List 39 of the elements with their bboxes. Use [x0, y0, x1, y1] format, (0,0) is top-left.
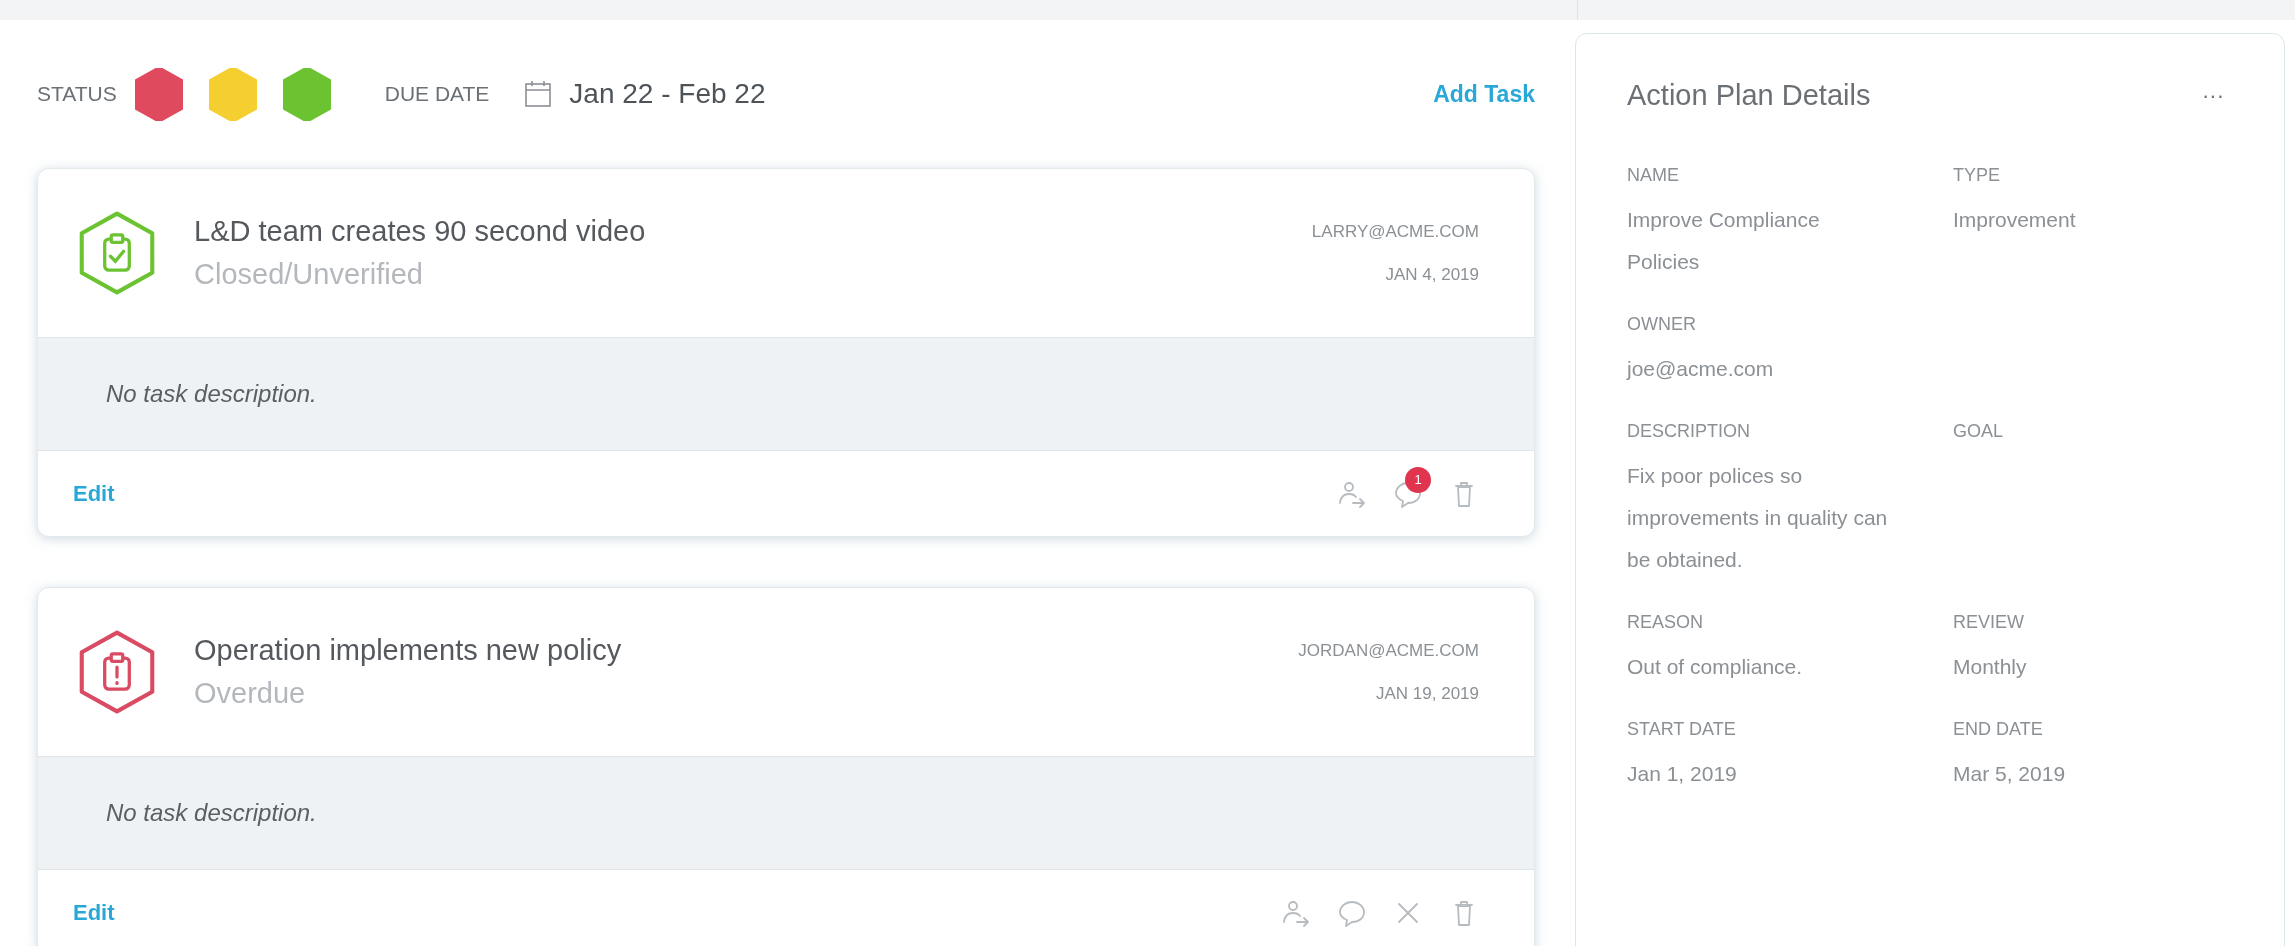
date-range[interactable]: Jan 22 - Feb 22	[569, 73, 766, 115]
task-description: No task description.	[106, 379, 317, 409]
field-label: OWNER	[1627, 312, 1697, 336]
field-label: END DATE	[1953, 717, 2044, 741]
edit-link[interactable]: Edit	[73, 477, 115, 510]
field-value: Fix poor polices so improvements in quality can be obtained.	[1627, 462, 1889, 573]
field-label: NAME	[1627, 163, 1680, 187]
task-status: Closed/Unverified	[194, 257, 424, 292]
field-label: TYPE	[1953, 163, 2001, 187]
field-value: Jan 1, 2019	[1627, 760, 1738, 787]
calendar-icon	[523, 78, 554, 110]
due-date-label: DUE DATE	[384, 81, 490, 108]
panel-title: Action Plan Details	[1627, 78, 1871, 113]
field-value: joe@acme.com	[1627, 355, 1775, 382]
comment-button[interactable]: 1	[1393, 466, 1431, 509]
assignee-email: LARRY@ACME.COM	[1311, 220, 1479, 243]
task-description: No task description.	[106, 798, 317, 828]
status-filter-icon[interactable]	[282, 67, 331, 121]
add-task-link[interactable]: Add Task	[1433, 76, 1535, 112]
more-menu-button[interactable]: ···	[2202, 79, 2224, 113]
status-label: STATUS	[37, 81, 117, 108]
field-value: Mar 5, 2019	[1953, 760, 2067, 787]
field-label: DESCRIPTION	[1627, 419, 1751, 443]
due-date: JAN 4, 2019	[1385, 264, 1479, 286]
task-title: Operation implements new policy	[194, 632, 622, 668]
field-label: REVIEW	[1953, 610, 2025, 634]
field-value: Out of compliance.	[1627, 653, 1804, 680]
due-date: JAN 19, 2019	[1376, 683, 1479, 705]
field-value: Monthly	[1953, 653, 2028, 680]
status-filter-icon[interactable]	[134, 67, 183, 121]
task-status: Overdue	[194, 676, 307, 711]
field-label: START DATE	[1627, 717, 1737, 741]
edit-link[interactable]: Edit	[73, 896, 115, 929]
field-label: REASON	[1627, 610, 1705, 634]
field-value: Improve Compliance Policies	[1627, 206, 1821, 275]
field-value: Improvement	[1953, 206, 2077, 233]
task-title: L&D team creates 90 second video	[194, 213, 646, 249]
field-label: GOAL	[1953, 419, 2005, 443]
assignee-email: JORDAN@ACME.COM	[1298, 639, 1479, 662]
